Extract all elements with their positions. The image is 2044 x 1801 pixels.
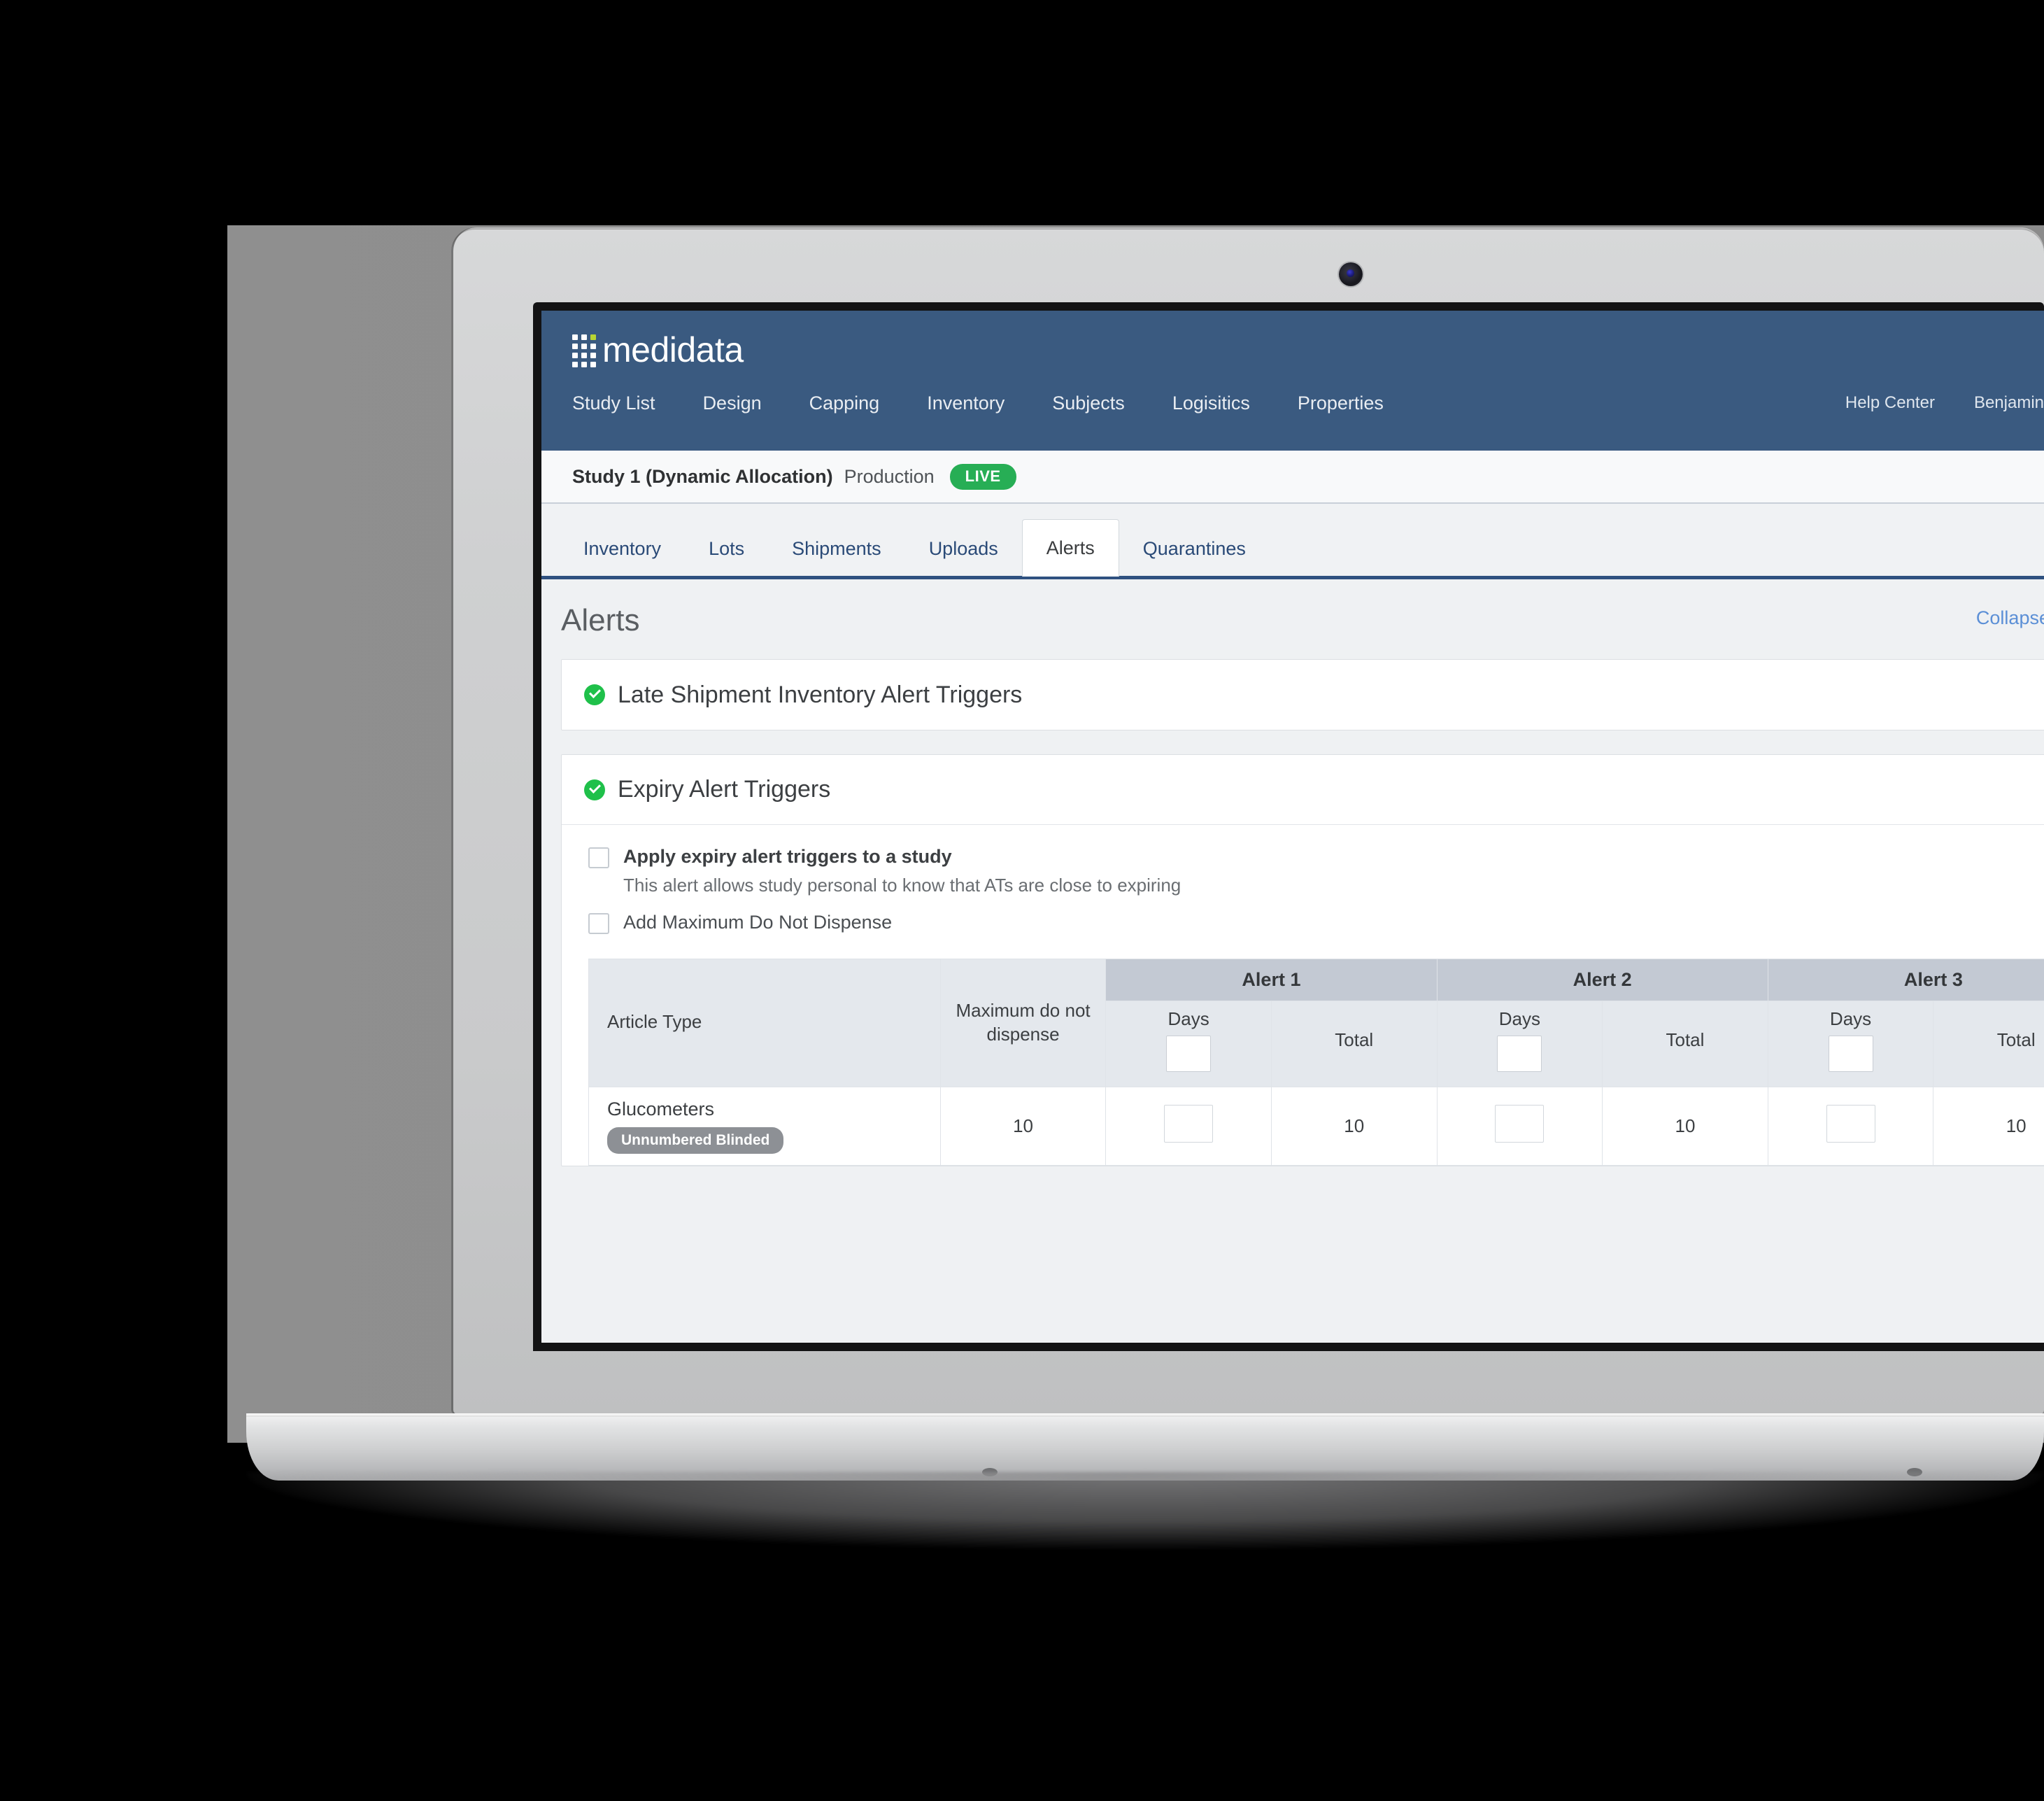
brand-logo[interactable]: medidata	[541, 311, 2044, 371]
cell-alert2-days	[1436, 1087, 1603, 1166]
group-header-alert-1: Alert 1	[1105, 959, 1438, 1002]
dot-grid-icon	[572, 334, 596, 367]
apply-expiry-triggers-description: This alert allows study personal to know…	[623, 875, 1181, 896]
browser-viewport: medidata Study List Design Capping Inven…	[541, 311, 2044, 1343]
apply-expiry-triggers-text: Apply expiry alert triggers to a study T…	[623, 845, 1181, 898]
nav-item-logistics[interactable]: Logisitics	[1172, 393, 1250, 414]
col-header-alert1-total: Total	[1270, 1001, 1438, 1088]
col-header-alert1-days: Days	[1105, 1001, 1272, 1088]
tab-quarantines[interactable]: Quarantines	[1119, 521, 1270, 576]
cell-article-type: Glucometers Unnumbered Blinded	[588, 1087, 941, 1166]
expiry-table-wrapper: Article Type Maximum do not dispense Ale…	[562, 939, 2044, 1166]
cell-max-do-not-dispense: 10	[939, 1087, 1107, 1166]
add-max-do-not-dispense-checkbox[interactable]	[588, 913, 609, 935]
expiry-card-title: Expiry Alert Triggers	[618, 776, 831, 803]
tab-shipments[interactable]: Shipments	[768, 521, 905, 576]
alert2-days-input[interactable]	[1495, 1105, 1545, 1143]
col-header-alert3-days: Days	[1767, 1001, 1934, 1088]
top-navigation-bar: medidata Study List Design Capping Inven…	[541, 311, 2044, 451]
section-tabs: Inventory Lots Shipments Uploads Alerts …	[541, 504, 2044, 579]
late-shipment-card-header[interactable]: Late Shipment Inventory Alert Triggers	[562, 660, 2044, 730]
laptop-shadow	[246, 1472, 2044, 1549]
alert3-days-label: Days	[1829, 1008, 1872, 1030]
add-max-dnd-row: Add Maximum Do Not Dispense	[588, 910, 2044, 935]
rowspan-label-anchor	[614, 580, 615, 581]
nav-item-design[interactable]: Design	[703, 393, 762, 414]
group-header-alert-2: Alert 2	[1436, 959, 1768, 1002]
check-circle-icon	[584, 684, 605, 705]
alert1-days-label: Days	[1168, 1008, 1209, 1030]
alert2-total-label: Total	[1666, 1029, 1705, 1050]
apply-expiry-triggers-label: Apply expiry alert triggers to a study	[623, 846, 952, 867]
alert2-days-label: Days	[1498, 1008, 1540, 1030]
nav-item-subjects[interactable]: Subjects	[1052, 393, 1125, 414]
col-header-alert3-total: Total	[1933, 1001, 2044, 1088]
alert1-total-label: Total	[1335, 1029, 1374, 1050]
table-group-header-row: Article Type Maximum do not dispense Ale…	[588, 959, 2044, 1088]
nav-item-capping[interactable]: Capping	[809, 393, 880, 414]
laptop-base	[246, 1413, 2044, 1481]
tab-alerts[interactable]: Alerts	[1021, 519, 1119, 577]
late-shipment-alert-card: Late Shipment Inventory Alert Triggers	[561, 659, 2044, 730]
collapse-all-link[interactable]: Collapse All	[1976, 607, 2044, 629]
status-badge: LIVE	[949, 463, 1016, 490]
alert2-days-header-input[interactable]	[1497, 1036, 1542, 1073]
cell-alert3-days	[1767, 1087, 1934, 1166]
alert3-days-input[interactable]	[1826, 1105, 1875, 1143]
col-header-max-do-not-dispense: Maximum do not dispense	[939, 959, 1107, 1088]
study-environment: Production	[844, 465, 935, 487]
alert1-days-header-input[interactable]	[1166, 1036, 1212, 1073]
article-type-badge: Unnumbered Blinded	[607, 1127, 784, 1154]
tab-lots[interactable]: Lots	[685, 521, 768, 576]
col-header-alert2-days: Days	[1436, 1001, 1603, 1088]
cell-alert1-days	[1105, 1087, 1272, 1166]
cell-alert3-total: 10	[1933, 1087, 2044, 1166]
alert1-days-input[interactable]	[1164, 1105, 1214, 1143]
col-header-article-type: Article Type	[588, 959, 941, 1088]
expiry-alert-card: Expiry Alert Triggers Apply expiry alert…	[561, 754, 2044, 1167]
nav-item-user-menu[interactable]: Benjamin	[1974, 393, 2044, 413]
nav-item-inventory[interactable]: Inventory	[927, 393, 1005, 414]
alert3-days-header-input[interactable]	[1828, 1036, 1873, 1073]
nav-item-properties[interactable]: Properties	[1298, 393, 1384, 414]
cell-alert2-total: 10	[1602, 1087, 1768, 1166]
study-context-bar: Study 1 (Dynamic Allocation) Production …	[541, 451, 2044, 504]
tab-uploads[interactable]: Uploads	[905, 521, 1022, 576]
apply-expiry-triggers-row: Apply expiry alert triggers to a study T…	[588, 845, 2044, 898]
apply-expiry-triggers-checkbox[interactable]	[588, 847, 609, 868]
nav-item-help-center[interactable]: Help Center	[1845, 393, 1935, 413]
nav-item-study-list[interactable]: Study List	[572, 393, 655, 414]
table-row: Glucometers Unnumbered Blinded 10 10 10 …	[588, 1087, 2044, 1166]
page-content: Alerts Collapse All Late Shipment Invent…	[541, 579, 2044, 1343]
primary-nav: Study List Design Capping Inventory Subj…	[541, 371, 2044, 435]
webcam-icon	[1339, 262, 1363, 286]
alert3-total-label: Total	[1996, 1029, 2036, 1050]
tab-inventory[interactable]: Inventory	[560, 521, 685, 576]
expiry-card-body: Apply expiry alert triggers to a study T…	[562, 825, 2044, 935]
check-circle-icon	[584, 779, 605, 800]
article-type-name: Glucometers	[607, 1099, 715, 1120]
expiry-card-header[interactable]: Expiry Alert Triggers	[562, 755, 2044, 825]
expiry-alert-table: Article Type Maximum do not dispense Ale…	[588, 959, 2044, 1166]
col-header-alert2-total: Total	[1602, 1001, 1768, 1088]
brand-name: medidata	[602, 330, 744, 369]
secondary-nav: Help Center Benjamin	[1845, 371, 2044, 435]
study-name: Study 1 (Dynamic Allocation)	[572, 465, 833, 487]
late-shipment-card-title: Late Shipment Inventory Alert Triggers	[618, 681, 1023, 708]
page-header: Alerts Collapse All	[541, 579, 2044, 659]
page-title: Alerts	[561, 603, 640, 637]
cell-alert1-total: 10	[1270, 1087, 1438, 1166]
screenshot-stage: medidata Study List Design Capping Inven…	[0, 0, 2044, 1801]
group-header-alert-3: Alert 3	[1767, 959, 2044, 1002]
add-max-do-not-dispense-label: Add Maximum Do Not Dispense	[623, 912, 893, 933]
